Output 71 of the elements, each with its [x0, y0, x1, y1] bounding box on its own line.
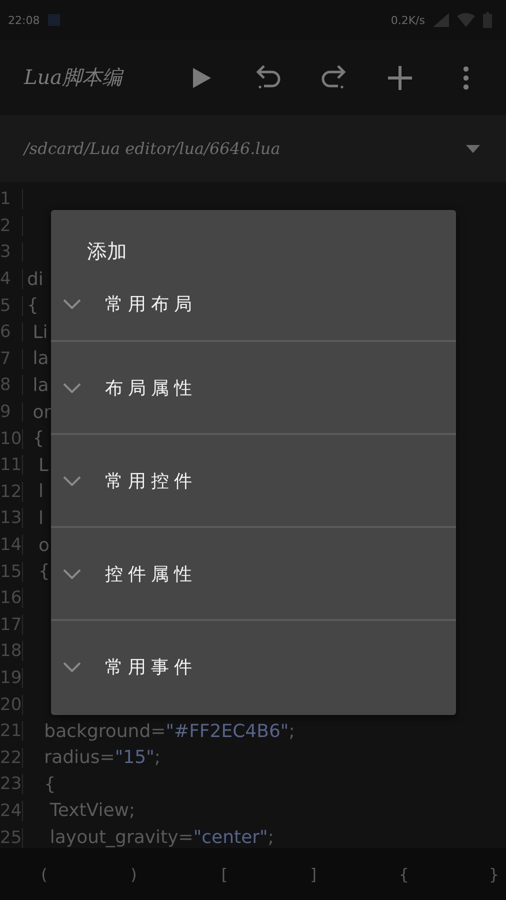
signal-icon — [433, 13, 449, 27]
line-number: 5 — [0, 296, 23, 316]
line-number: 9 — [0, 402, 23, 422]
code-line: l — [37, 508, 44, 529]
notification-icon — [48, 14, 60, 26]
code-line: Li — [32, 322, 48, 343]
line-number: 7 — [0, 348, 23, 369]
line-number: 3 — [0, 242, 23, 262]
file-path-bar[interactable]: /sdcard/Lua editor/lua/6646.lua — [0, 115, 506, 182]
line-number: 21 — [0, 721, 23, 742]
line-number: 13 — [0, 508, 23, 528]
line-number: 8 — [0, 375, 23, 396]
symbol-key[interactable]: ) — [112, 856, 156, 892]
line-number: 24 — [0, 800, 23, 821]
symbol-key[interactable]: [ — [202, 856, 246, 892]
line-number: 10 — [0, 428, 23, 449]
chevron-icon — [63, 568, 81, 578]
code-line: o — [37, 534, 50, 556]
line-number: 23 — [0, 774, 23, 794]
symbol-key[interactable]: ( — [22, 856, 66, 892]
chevron-icon — [63, 299, 81, 309]
symbol-key[interactable]: { — [382, 856, 426, 892]
line-number: 1 — [0, 189, 23, 210]
wifi-icon — [457, 13, 475, 27]
dropdown-arrow-icon — [466, 144, 480, 152]
plus-icon — [387, 64, 413, 90]
line-number: 16 — [0, 588, 23, 608]
code-line: TextView; — [48, 800, 136, 822]
chevron-icon — [63, 662, 81, 672]
category-item[interactable]: 常用事件 — [51, 621, 456, 712]
line-number: 18 — [0, 641, 23, 662]
code-line: or — [32, 402, 52, 423]
code-line: la — [32, 374, 49, 396]
code-line: la — [32, 348, 49, 370]
category-item[interactable]: 常用控件 — [51, 435, 456, 528]
line-number: 4 — [0, 269, 23, 290]
symbol-key[interactable]: } — [472, 856, 506, 892]
code-line: { — [37, 561, 50, 582]
chevron-icon — [63, 382, 81, 392]
symbol-key[interactable]: ] — [292, 856, 336, 892]
network-speed: 0.2K/s — [390, 14, 425, 26]
category-item[interactable]: 常用布局 — [51, 268, 456, 342]
line-number: 14 — [0, 535, 23, 556]
line-number: 22 — [0, 748, 23, 768]
category-item[interactable]: 控件属性 — [51, 528, 456, 621]
code-line: { — [43, 774, 56, 795]
category-item[interactable]: 布局属性 — [51, 342, 456, 435]
line-number: 17 — [0, 614, 23, 635]
code-line: radius="15"; — [43, 747, 160, 768]
line-number: 12 — [0, 482, 23, 502]
code-line: background="#FF2EC4B6"; — [43, 720, 295, 742]
line-number: 15 — [0, 562, 23, 582]
code-line: { — [32, 428, 44, 450]
battery-icon — [483, 12, 492, 28]
more-icon — [462, 66, 470, 90]
chevron-icon — [63, 476, 81, 486]
line-number: 2 — [0, 216, 23, 236]
code-line: di — [26, 268, 44, 290]
app-title: Lua脚本编 — [24, 64, 125, 91]
play-icon — [191, 66, 213, 90]
line-number: 6 — [0, 322, 23, 342]
code-line: { — [26, 295, 38, 316]
file-path: /sdcard/Lua editor/lua/6646.lua — [24, 139, 282, 158]
code-line: l — [37, 481, 44, 502]
code-line: layout_gravity="center"; — [48, 827, 274, 848]
code-line: L — [37, 454, 48, 476]
line-number: 19 — [0, 668, 23, 688]
clock: 22:08 — [8, 14, 40, 26]
dialog-title: 添加 — [87, 238, 127, 265]
line-number: 20 — [0, 694, 23, 715]
line-number: 11 — [0, 455, 23, 476]
